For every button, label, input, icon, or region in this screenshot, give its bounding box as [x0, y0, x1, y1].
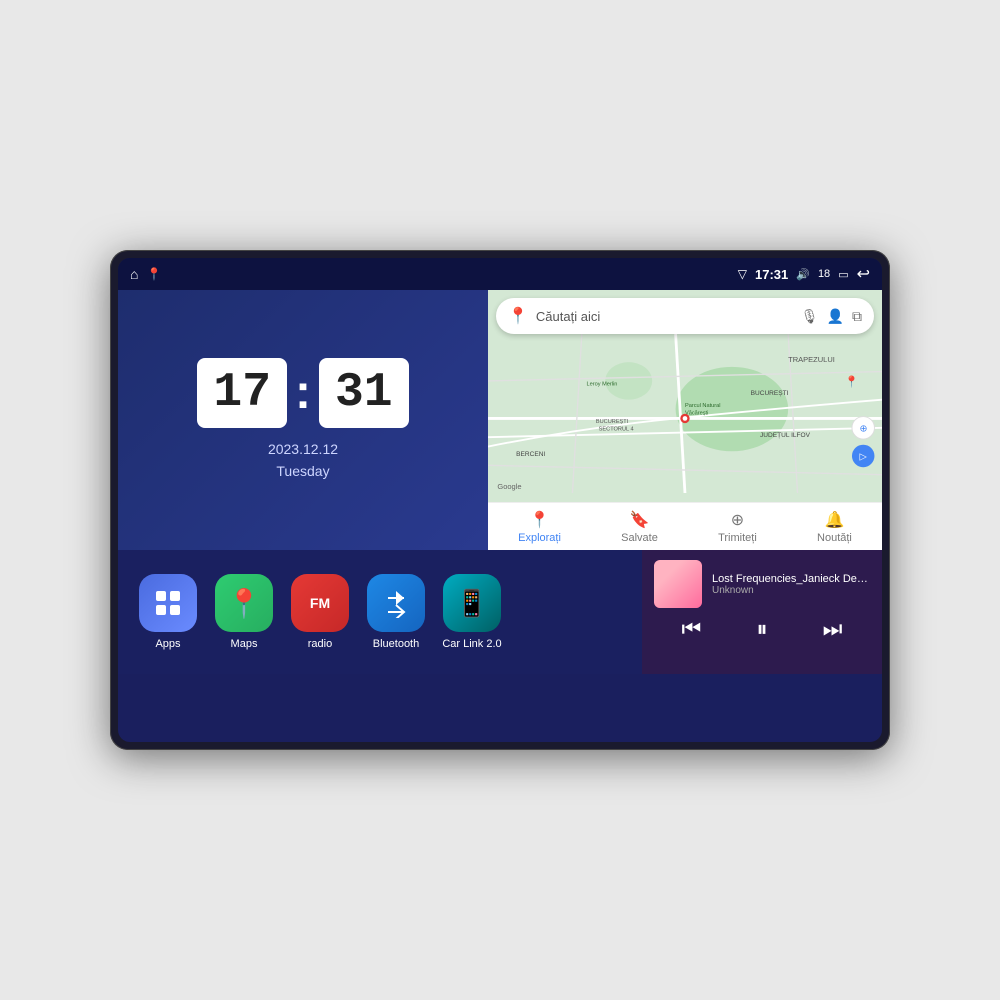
- map-widget[interactable]: 📍 Căutați aici 🎙 👤 ⧉: [488, 290, 882, 550]
- apps-label: Apps: [155, 638, 180, 650]
- battery-number: 18: [818, 268, 830, 280]
- back-icon[interactable]: ↩: [857, 264, 870, 284]
- map-search-icons: 🎙 👤 ⧉: [801, 308, 862, 325]
- music-thumbnail: [654, 560, 702, 608]
- mic-icon[interactable]: 🎙: [801, 308, 819, 325]
- svg-text:⊕: ⊕: [859, 424, 867, 434]
- clock-display: 17 : 31: [197, 358, 408, 428]
- news-icon: 🔔: [824, 510, 844, 530]
- svg-text:Leroy Merlin: Leroy Merlin: [586, 382, 617, 388]
- svg-text:📍: 📍: [844, 375, 858, 389]
- app-item-apps[interactable]: Apps: [132, 574, 204, 650]
- news-label: Noutăți: [817, 532, 852, 544]
- battery-icon: ▭: [838, 268, 848, 281]
- svg-text:JUDEȚUL ILFOV: JUDEȚUL ILFOV: [760, 432, 811, 439]
- carlink-icon: 📱: [443, 574, 501, 632]
- maps-icon: 📍: [215, 574, 273, 632]
- top-section: 17 : 31 2023.12.12 Tuesday 📍: [118, 290, 882, 550]
- clock-colon: :: [295, 365, 311, 420]
- svg-text:BUCUREȘTI: BUCUREȘTI: [596, 419, 629, 425]
- bluetooth-label: Bluetooth: [373, 638, 419, 650]
- maps-shortcut-icon[interactable]: 📍: [146, 267, 161, 281]
- play-pause-button[interactable]: ⏸: [756, 616, 767, 642]
- device-outer: ⌂ 📍 ▽ 17:31 🔊 18 ▭ ↩ 17 :: [110, 250, 890, 750]
- layers-icon[interactable]: ⧉: [852, 308, 862, 325]
- clock-hour: 17: [197, 358, 287, 428]
- svg-text:BUCUREȘTI: BUCUREȘTI: [751, 390, 789, 397]
- map-search-text[interactable]: Căutați aici: [536, 309, 793, 324]
- home-icon[interactable]: ⌂: [130, 266, 138, 282]
- map-search-bar[interactable]: 📍 Căutați aici 🎙 👤 ⧉: [496, 298, 874, 334]
- clock-widget: 17 : 31 2023.12.12 Tuesday: [118, 290, 488, 550]
- bottom-section: Apps 📍 Maps FM radio: [118, 550, 882, 674]
- map-background: 📍 Căutați aici 🎙 👤 ⧉: [488, 290, 882, 550]
- map-nav-share[interactable]: ⊕ Trimiteți: [718, 510, 757, 544]
- app-item-maps[interactable]: 📍 Maps: [208, 574, 280, 650]
- status-right-icons: ▽ 17:31 🔊 18 ▭ ↩: [738, 264, 870, 284]
- status-left-icons: ⌂ 📍: [130, 266, 161, 282]
- music-controls: ⏮ ⏸ ⏭: [654, 616, 870, 642]
- maps-label: Maps: [231, 638, 258, 650]
- explore-label: Explorați: [518, 532, 561, 544]
- app-item-carlink[interactable]: 📱 Car Link 2.0: [436, 574, 508, 650]
- prev-button[interactable]: ⏮: [682, 616, 702, 642]
- next-button[interactable]: ⏭: [823, 616, 843, 642]
- signal-icon: ▽: [738, 267, 747, 281]
- radio-label: radio: [308, 638, 332, 650]
- bluetooth-icon: [367, 574, 425, 632]
- map-pin-icon: 📍: [508, 306, 528, 326]
- status-bar: ⌂ 📍 ▽ 17:31 🔊 18 ▭ ↩: [118, 258, 882, 290]
- app-item-radio[interactable]: FM radio: [284, 574, 356, 650]
- music-text: Lost Frequencies_Janieck Devy-... Unknow…: [712, 573, 870, 596]
- music-info: Lost Frequencies_Janieck Devy-... Unknow…: [654, 560, 870, 608]
- saved-icon: 🔖: [630, 510, 650, 530]
- share-icon: ⊕: [731, 510, 744, 530]
- map-nav-explore[interactable]: 📍 Explorați: [518, 510, 561, 544]
- device-screen: ⌂ 📍 ▽ 17:31 🔊 18 ▭ ↩ 17 :: [118, 258, 882, 742]
- svg-text:Parcul Natural: Parcul Natural: [685, 403, 721, 409]
- share-label: Trimiteți: [718, 532, 757, 544]
- svg-text:Google: Google: [497, 482, 521, 491]
- svg-text:BERCENI: BERCENI: [516, 451, 545, 458]
- map-svg: TRAPEZULUI BUCUREȘTI JUDEȚUL ILFOV BERCE…: [488, 334, 882, 493]
- radio-icon: FM: [291, 574, 349, 632]
- apps-icon: [139, 574, 197, 632]
- music-title: Lost Frequencies_Janieck Devy-...: [712, 573, 870, 585]
- account-icon[interactable]: 👤: [827, 308, 844, 325]
- map-nav-news[interactable]: 🔔 Noutăți: [817, 510, 852, 544]
- saved-label: Salvate: [621, 532, 658, 544]
- map-bottom-nav: 📍 Explorați 🔖 Salvate ⊕ Trimiteți: [488, 502, 882, 550]
- status-time: 17:31: [755, 267, 788, 282]
- music-player: Lost Frequencies_Janieck Devy-... Unknow…: [642, 550, 882, 674]
- clock-date: 2023.12.12 Tuesday: [268, 438, 338, 483]
- svg-text:SECTORUL 4: SECTORUL 4: [599, 427, 634, 433]
- app-item-bluetooth[interactable]: Bluetooth: [360, 574, 432, 650]
- explore-icon: 📍: [530, 510, 550, 530]
- apps-area: Apps 📍 Maps FM radio: [118, 550, 642, 674]
- svg-text:▷: ▷: [859, 452, 866, 462]
- svg-text:TRAPEZULUI: TRAPEZULUI: [788, 355, 835, 364]
- carlink-label: Car Link 2.0: [442, 638, 501, 650]
- clock-minute: 31: [319, 358, 409, 428]
- map-nav-saved[interactable]: 🔖 Salvate: [621, 510, 658, 544]
- volume-icon: 🔊: [796, 268, 810, 281]
- album-art: [654, 560, 702, 608]
- music-artist: Unknown: [712, 585, 870, 596]
- main-area: 17 : 31 2023.12.12 Tuesday 📍: [118, 290, 882, 742]
